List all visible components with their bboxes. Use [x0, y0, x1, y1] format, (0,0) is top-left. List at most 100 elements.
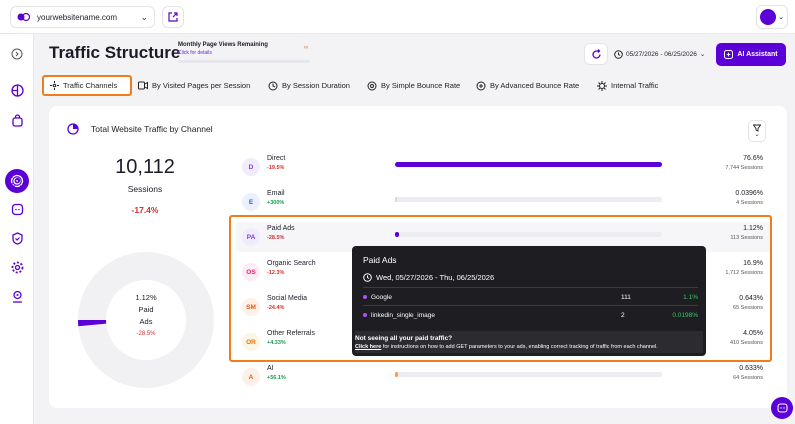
sessions-label: Sessions — [127, 184, 163, 194]
tab-simple-bounce[interactable]: By Simple Bounce Rate — [367, 75, 460, 96]
clock-icon — [363, 273, 372, 282]
channel-delta: +300% — [267, 200, 285, 206]
dashboard-icon[interactable] — [9, 82, 25, 98]
channel-share-fill — [395, 372, 399, 377]
channel-badge: D — [242, 158, 260, 176]
channel-sessions: 7,744 Sessions — [725, 165, 763, 171]
paid-ads-tooltip: Paid Ads Wed, 05/27/2026 - Thu, 06/25/20… — [352, 246, 706, 356]
tooltip-row-count: 2 — [621, 312, 625, 319]
tooltip-date: Wed, 05/27/2026 - Thu, 06/25/2026 — [363, 273, 494, 282]
monthly-views-details-link[interactable]: Click for details — [178, 50, 212, 56]
donut-delta: -28.5% — [136, 331, 156, 337]
channels-icon — [50, 81, 59, 90]
tab-traffic-channels[interactable]: Traffic Channels — [42, 75, 132, 96]
channel-name: Email — [267, 190, 285, 197]
card-title: Total Website Traffic by Channel — [91, 124, 213, 134]
tooltip-row: Google 111 1.1% — [363, 294, 698, 301]
chat-icon[interactable] — [9, 201, 25, 217]
refresh-button[interactable] — [584, 43, 608, 65]
tab-label: Internal Traffic — [611, 81, 659, 90]
tab-label: By Advanced Bounce Rate — [490, 81, 580, 90]
gear-icon[interactable] — [9, 259, 25, 275]
divider — [363, 305, 698, 306]
chevron-down-icon: ⌄ — [754, 132, 760, 138]
tab-label: By Simple Bounce Rate — [381, 81, 461, 90]
monthly-views-value: ∞ — [304, 45, 309, 51]
filter-icon — [753, 124, 761, 132]
shopping-icon[interactable] — [9, 112, 25, 128]
tooltip-date-text: Wed, 05/27/2026 - Thu, 06/25/2026 — [376, 273, 495, 282]
channel-row-email[interactable]: E Email +300% 0.0396% 4 Sessions — [236, 187, 771, 217]
divider — [363, 287, 698, 288]
open-external-button[interactable] — [162, 6, 184, 28]
tab-advanced-bounce[interactable]: By Advanced Bounce Rate — [476, 75, 579, 96]
pie-chart-icon — [67, 123, 79, 135]
sessions-value: 10,112 — [115, 156, 175, 178]
tab-session-duration[interactable]: By Session Duration — [268, 75, 350, 96]
top-bar: yourwebsitename.com ⌄ ⌄ — [0, 0, 795, 34]
channel-share-fill — [395, 197, 397, 202]
channel-name: AI — [267, 365, 274, 372]
donut-name-2: Ads — [139, 317, 153, 326]
tab-label: By Session Duration — [282, 81, 350, 90]
bullet-icon — [363, 313, 367, 318]
sessions-delta: -17.4% — [131, 205, 159, 215]
calendar-clock-icon — [614, 49, 623, 59]
refresh-icon — [591, 48, 601, 59]
tab-internal-traffic[interactable]: Internal Traffic — [597, 75, 658, 96]
tooltip-click-here-link[interactable]: Click here — [355, 344, 381, 350]
external-link-icon — [168, 12, 178, 22]
donut-center-label: 1.12% Paid Ads -28.5% — [118, 292, 174, 340]
tooltip-footer-text: Click here for instructions on how to ad… — [355, 344, 658, 350]
collapse-sidebar-icon[interactable] — [9, 46, 25, 62]
sidebar — [0, 34, 34, 424]
tooltip-footer-rest: for instructions on how to add GET param… — [381, 344, 658, 350]
advanced-bounce-icon — [476, 81, 486, 90]
avatar — [760, 9, 777, 25]
channel-pct: 76.6% — [743, 155, 763, 162]
pages-icon — [138, 81, 148, 90]
tooltip-row-pct: 0.0198% — [672, 312, 698, 319]
channel-name: Direct — [267, 155, 286, 162]
channel-row-direct[interactable]: D Direct -19.5% 76.6% 7,744 Sessions — [236, 152, 771, 182]
tooltip-row: linkedin_single_image 2 0.0198% — [363, 312, 698, 319]
tooltip-row-name: Google — [371, 294, 392, 301]
filter-button[interactable]: ⌄ — [748, 120, 766, 142]
tooltip-footer-question: Not seeing all your paid traffic? — [355, 335, 453, 342]
channel-share-bar — [395, 372, 662, 377]
ai-assistant-label: AI Assistant — [737, 51, 778, 58]
bullet-icon — [363, 295, 367, 300]
tab-visited-pages[interactable]: By Visited Pages per Session — [138, 75, 250, 96]
monthly-views-bar — [178, 60, 310, 63]
ai-assistant-button[interactable]: AI Assistant — [716, 43, 786, 66]
date-range-selector[interactable]: 05/27/2026 - 06/25/2026 ⌄ — [614, 43, 710, 65]
page-title: Traffic Structure — [49, 43, 181, 62]
channel-sessions: 4 Sessions — [736, 200, 763, 206]
channel-badge: E — [242, 193, 260, 211]
chat-icon — [776, 402, 788, 413]
channel-share-fill — [395, 162, 662, 167]
donut-name-1: Paid — [138, 305, 154, 314]
channel-badge: A — [242, 368, 260, 386]
location-icon[interactable] — [9, 288, 25, 304]
support-chat-button[interactable] — [771, 397, 793, 419]
tab-label: Traffic Channels — [63, 81, 118, 90]
ai-sparkle-icon — [724, 50, 734, 59]
tab-label: By Visited Pages per Session — [152, 81, 251, 90]
clock-icon — [268, 81, 278, 90]
website-selector[interactable]: yourwebsitename.com ⌄ — [10, 6, 155, 28]
channel-delta: -19.5% — [267, 165, 285, 171]
tooltip-title: Paid Ads — [363, 255, 397, 265]
site-logo-icon — [17, 12, 31, 22]
shield-icon[interactable] — [9, 230, 25, 246]
focus-icon[interactable] — [9, 172, 25, 188]
monthly-views-label: Monthly Page Views Remaining — [178, 42, 268, 48]
channel-row-ai[interactable]: A AI +56.1% 0.633% 64 Sessions — [236, 362, 771, 392]
channel-share-bar — [395, 197, 662, 202]
user-menu[interactable]: ⌄ — [756, 5, 788, 29]
tooltip-row-pct: 1.1% — [683, 294, 698, 301]
internal-icon — [597, 80, 607, 91]
tooltip-row-count: 111 — [621, 294, 631, 301]
tooltip-row-name: linkedin_single_image — [371, 312, 435, 319]
channel-pct: 0.0396% — [735, 190, 763, 197]
